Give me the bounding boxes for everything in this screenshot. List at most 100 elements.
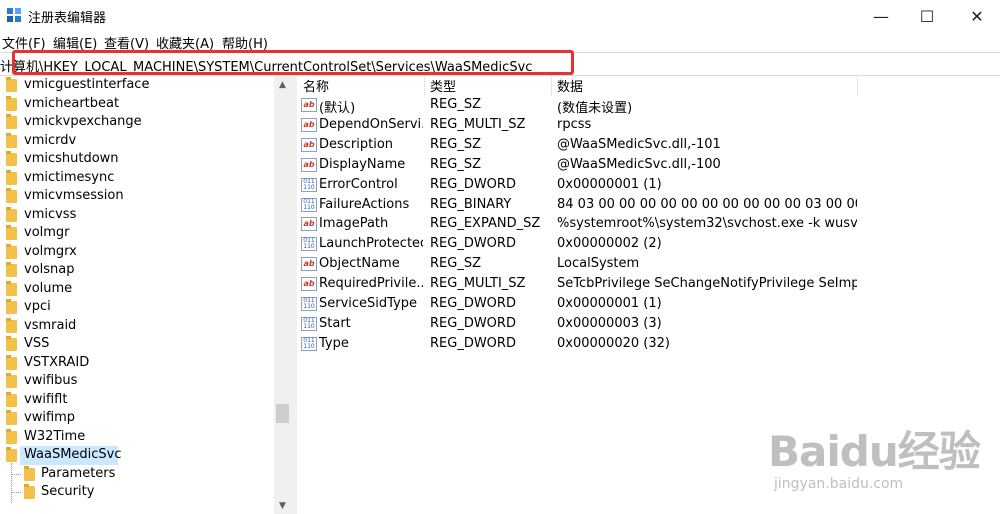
value-type: REG_SZ [430, 136, 481, 152]
tree-item[interactable]: volume [0, 280, 274, 299]
column-header-name[interactable]: 名称 [303, 76, 329, 96]
tree-item[interactable]: vwifimp [0, 409, 274, 428]
value-data: @WaaSMedicSvc.dll,-100 [557, 156, 721, 172]
string-value-icon: ab [301, 98, 317, 112]
value-data: 0x00000020 (32) [557, 335, 670, 351]
folder-icon [6, 114, 17, 129]
tree-item[interactable]: vmicshutdown [0, 150, 274, 169]
tree-child-item[interactable]: Parameters [0, 465, 274, 484]
folder-icon [24, 484, 35, 499]
scroll-down-arrow-icon[interactable]: ▼ [274, 497, 291, 514]
tree-item[interactable]: vmicvmsession [0, 187, 274, 206]
value-row[interactable]: 011 110 LaunchProtected REG_DWORD 0x0000000… [297, 234, 1000, 254]
tree-item[interactable]: volmgr [0, 224, 274, 243]
value-row[interactable]: 011 110 Start REG_DWORD 0x00000003 (3) [297, 314, 1000, 334]
tree-item-label: WaaSMedicSvc [24, 447, 122, 462]
tree-item[interactable]: WaaSMedicSvc [0, 446, 274, 465]
tree-item[interactable]: W32Time [0, 428, 274, 447]
tree-item-label: vmicrdv [24, 132, 77, 148]
column-header-data[interactable]: 数据 [557, 76, 583, 96]
value-type: REG_SZ [430, 156, 481, 172]
tree-item[interactable]: vmictimesync [0, 169, 274, 188]
value-row[interactable]: 011 110 ServiceSidType REG_DWORD 0x00000001… [297, 294, 1000, 314]
folder-icon [6, 169, 17, 185]
tree-item[interactable]: vpci [0, 298, 274, 317]
tree-item-label: vmicvss [24, 206, 77, 222]
value-name: (默认) [319, 101, 356, 116]
tree-item[interactable]: vsmraid [0, 317, 274, 336]
tree-item-label: vmicguestinterface [24, 77, 150, 92]
tree-item-label: volsnap [24, 262, 75, 277]
tree-item[interactable]: vmickvpexchange [0, 113, 274, 132]
value-row[interactable]: 011 110 Type REG_DWORD 0x00000020 (32) [297, 334, 1000, 354]
string-value-icon: ab [301, 137, 317, 152]
tree-item[interactable]: volsnap [0, 261, 274, 280]
value-type: REG_DWORD [430, 236, 516, 252]
tree-item[interactable]: vmicvss [0, 206, 274, 225]
value-row[interactable]: ab RequiredPrivile... REG_MULTI_SZ SeTcbPri… [297, 274, 1000, 294]
tree-item[interactable]: vmicheartbeat [0, 95, 274, 114]
value-type: REG_DWORD [430, 335, 516, 351]
value-row[interactable]: ab ImagePath REG_EXPAND_SZ %systemroot%\sys… [297, 214, 1000, 234]
tree-item-label: Security [41, 484, 95, 499]
value-row[interactable]: ab DisplayName REG_SZ @WaaSMedicSvc.dll,-10… [297, 155, 1000, 175]
value-type: REG_SZ [430, 256, 481, 272]
value-row[interactable]: ab (默认) REG_SZ (数值未设置) [297, 95, 1000, 116]
string-value-icon: ab [301, 157, 317, 172]
tree-item[interactable]: vmicrdv [0, 132, 274, 151]
value-row[interactable]: 011 110 FailureActions REG_BINARY 84 03 00 … [297, 195, 1000, 215]
tree-item[interactable]: vwififlt [0, 391, 274, 410]
folder-icon [6, 262, 17, 277]
value-name: FailureActions [319, 196, 410, 212]
tree-connector-line [11, 492, 21, 493]
value-data: 0x00000001 (1) [557, 176, 662, 192]
column-divider[interactable] [424, 76, 425, 96]
tree-item[interactable]: vmicguestinterface [0, 76, 274, 95]
watermark-logo: Baidu经验 [768, 427, 981, 476]
value-data: 0x00000003 (3) [557, 315, 662, 331]
value-row[interactable]: 011 110 ErrorControl REG_DWORD 0x00000001 (… [297, 175, 1000, 195]
value-name: Description [319, 136, 394, 152]
tree-item-label: VSTXRAID [24, 354, 90, 370]
value-row[interactable]: ab ObjectName REG_SZ LocalSystem [297, 254, 1000, 274]
tree-item[interactable]: VSTXRAID [0, 354, 274, 373]
tree-item-label: vmictimesync [24, 169, 115, 185]
column-divider[interactable] [551, 76, 552, 96]
folder-icon [6, 188, 17, 203]
window-title: 注册表编辑器 [28, 11, 107, 26]
tree-child-item[interactable]: Security [0, 483, 274, 502]
folder-icon [6, 410, 17, 425]
column-divider[interactable] [857, 76, 858, 96]
value-row[interactable]: ab DependOnServi... REG_MULTI_SZ rpcss [297, 115, 1000, 135]
column-header-type[interactable]: 类型 [430, 76, 456, 96]
value-name: DependOnServi... [319, 116, 423, 132]
tree-item[interactable]: VSS [0, 335, 274, 354]
folder-icon [6, 225, 17, 240]
string-value-icon: ab [301, 117, 317, 132]
value-type: REG_DWORD [430, 315, 516, 331]
folder-icon [6, 317, 17, 333]
tree-item[interactable]: vwifibus [0, 372, 274, 391]
string-value-icon: ab [301, 257, 317, 272]
tree-scroll-thumb[interactable] [276, 404, 289, 423]
close-button[interactable]: ✕ [954, 0, 1000, 32]
scroll-up-arrow-icon[interactable]: ▲ [274, 76, 291, 93]
value-type: REG_EXPAND_SZ [430, 216, 541, 232]
minimize-button[interactable]: — [858, 0, 904, 32]
tree-item-label: vwifibus [24, 373, 78, 388]
binary-value-icon: 011 110 [301, 316, 317, 331]
value-name: DisplayName [319, 156, 406, 172]
value-name: ErrorControl [319, 176, 398, 192]
value-type: REG_MULTI_SZ [430, 276, 526, 292]
tree-item-label: volmgr [24, 225, 70, 240]
tree-item[interactable]: volmgrx [0, 243, 274, 262]
value-name: ObjectName [319, 256, 400, 272]
tree-item-label: vpci [24, 299, 51, 314]
value-row[interactable]: ab Description REG_SZ @WaaSMedicSvc.dll,-10… [297, 135, 1000, 155]
watermark-url: jingyan.baidu.com [774, 476, 904, 492]
tree-connector-line [11, 473, 21, 475]
tree-scrollbar[interactable] [274, 76, 291, 514]
folder-icon [6, 373, 17, 388]
maximize-button[interactable]: ☐ [904, 0, 950, 32]
title-bar: 注册表编辑器 — ☐ ✕ [0, 0, 1000, 32]
